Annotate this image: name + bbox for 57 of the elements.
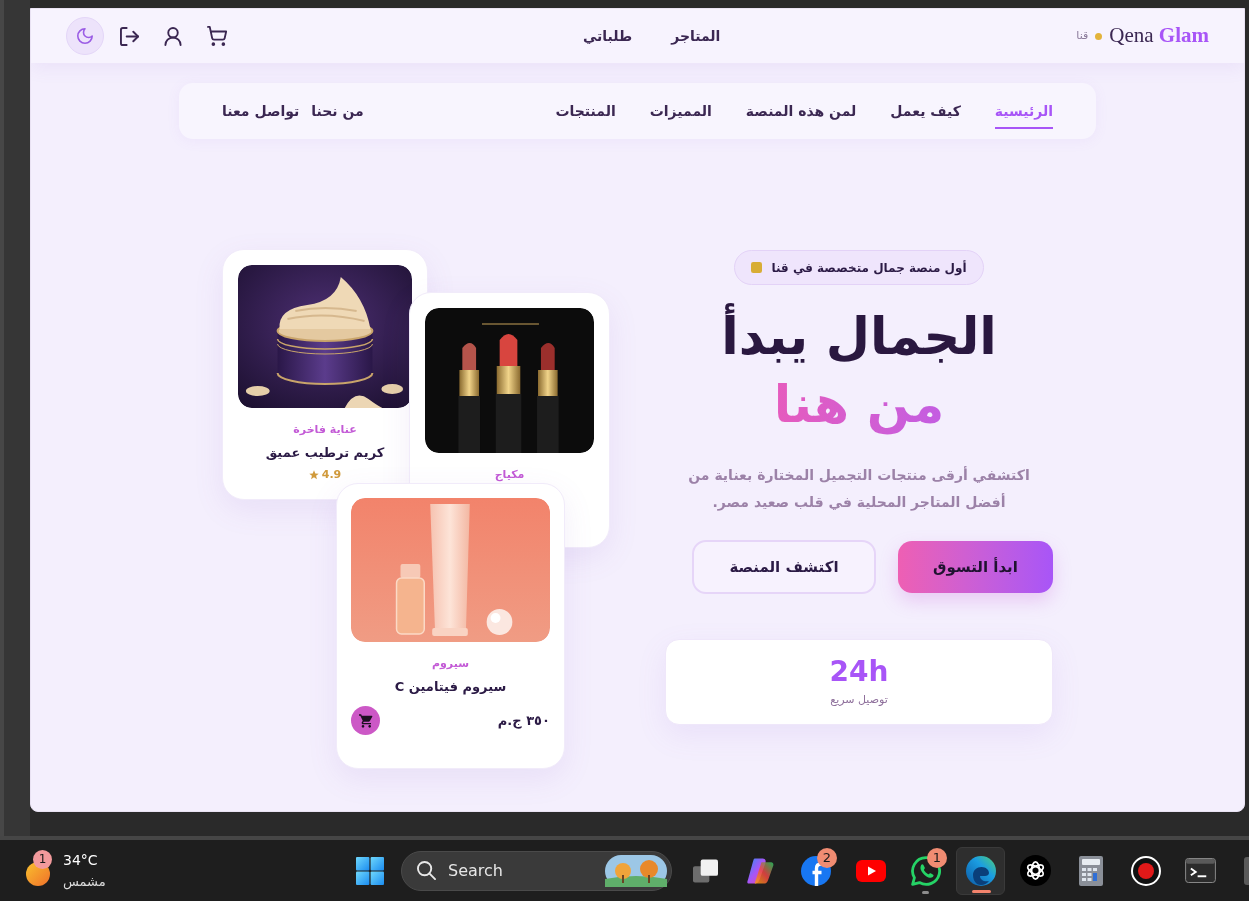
rating-value: 4.9 [321,467,342,483]
theme-toggle-button[interactable] [66,17,104,55]
taskbar-button[interactable]: 1 [901,846,950,895]
nav-link[interactable]: طلباتي [582,25,633,47]
user-icon[interactable] [164,26,182,46]
nav-link[interactable]: كيف يعمل [890,93,961,129]
logo[interactable]: Qena Glam [1109,20,1209,52]
nav-link[interactable]: المنتجات [555,93,616,129]
city-label: قنا [1076,27,1089,44]
nav-link[interactable]: المتاجر [671,25,721,47]
overlapping-squares-icon [693,858,718,883]
weather-condition: مشمس [63,872,106,892]
nav-link[interactable]: لمن هذه المنصة [745,93,857,129]
record-icon [1130,855,1161,886]
terminal-icon [1185,858,1216,883]
stat-value: 24h [829,655,889,688]
explore-button[interactable]: اكتشف المنصة [692,540,876,594]
product-category: سيروم [431,656,470,672]
stat-label: توصيل سريع [830,691,888,708]
ribbon-icon [747,857,774,884]
notification-badge: 2 [817,847,837,868]
logout-icon[interactable] [120,26,139,46]
notification-badge: 1 [927,847,947,868]
temperature-label: 34°C [63,850,99,870]
tagline-text: أول منصة جمال متخصصة في قنا [771,259,967,277]
nav-link[interactable]: تواصل معنا [222,93,300,129]
notification-badge: 1 [33,849,52,869]
shop-button[interactable]: ابدأ التسوق [898,541,1053,593]
nav-link[interactable]: من نحنا [311,93,364,129]
product-name: سيروم فيتامين C [394,678,507,697]
location-dot-icon [1095,32,1103,40]
swirl-icon [965,855,996,886]
nav-link[interactable]: المميزات [649,93,712,129]
cart-icon [358,713,373,728]
search-input[interactable]: Search [448,858,558,883]
add-to-cart-button[interactable] [351,706,380,735]
product-name: كريم ترطيب عميق [265,444,385,462]
moon-icon [77,28,93,44]
hero-title: الجمال يبدأ [721,304,997,370]
play-button-icon [855,859,886,882]
square-icon [751,262,763,273]
nav-link[interactable]: الرئيسية [994,93,1053,129]
star-icon [308,470,319,481]
taskbar-button[interactable] [956,846,1005,895]
four-squares-icon[interactable] [355,856,384,885]
taskbar-button[interactable]: 2 [791,846,840,895]
hero-description: اكتشفي أرقى منتجات التجميل المختارة بعناية من أفضل المتاجر المحلية في قلب صعيد مصر. [687,465,1031,513]
product-category: عناية فاخرة [293,422,357,438]
search-icon [417,861,436,880]
trees-picture [605,854,667,887]
product-category: مكياج [494,467,525,483]
knot-icon [1020,855,1051,886]
calculator-icon [1078,855,1103,886]
product-price: ٣٥٠ ج.م [497,711,550,731]
app-icon [1244,856,1249,885]
chat-bubble-icon [910,855,941,886]
cart-icon[interactable] [207,26,227,46]
